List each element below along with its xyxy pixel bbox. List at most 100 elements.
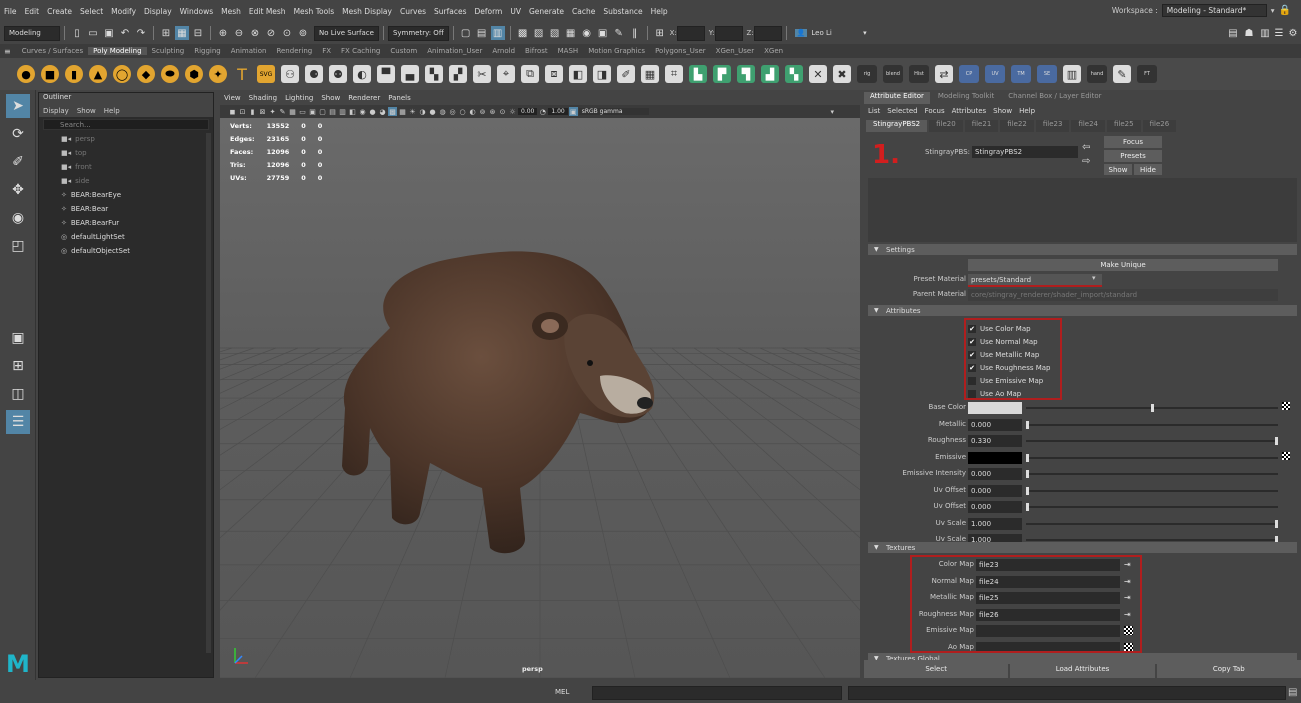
menu-cache[interactable]: Cache	[568, 7, 599, 16]
arnold-ipr-icon[interactable]: ▣	[596, 26, 610, 40]
shelf-tab-polygons-user[interactable]: Polygons_User	[650, 47, 711, 55]
x-ray-icon[interactable]: ✖	[833, 65, 851, 83]
quad-draw-icon[interactable]: ◧	[569, 65, 587, 83]
slider-knob[interactable]	[1026, 470, 1029, 478]
blend-icon[interactable]: blend	[883, 65, 903, 83]
se-icon[interactable]: SE	[1037, 65, 1057, 83]
ae-menu-focus[interactable]: Focus	[925, 107, 945, 115]
viewport-menu-renderer[interactable]: Renderer	[348, 94, 380, 105]
soft-select-icon[interactable]: ✐	[617, 65, 635, 83]
load-attributes-button[interactable]: Load Attributes	[1010, 660, 1155, 678]
xray-icon[interactable]: ⊚	[478, 107, 487, 116]
smooth-icon[interactable]: ⚉	[329, 65, 347, 83]
menu-substance[interactable]: Substance	[599, 7, 646, 16]
render-settings-icon[interactable]: ▧	[548, 26, 562, 40]
arnold-render-icon[interactable]: ◉	[580, 26, 594, 40]
node-tab-file24[interactable]: file24	[1071, 120, 1106, 132]
outliner-menu-show[interactable]: Show	[77, 107, 96, 115]
transform-fields-icon[interactable]: ⊞	[653, 26, 667, 40]
viewport-menu-shading[interactable]: Shading	[249, 94, 277, 105]
super-shape-icon[interactable]: ✦	[209, 65, 227, 83]
shelf-tab-bifrost[interactable]: Bifrost	[520, 47, 553, 55]
snap-grid-icon[interactable]: ⊕	[216, 26, 230, 40]
motion-blur-icon[interactable]: ◍	[438, 107, 447, 116]
symmetry-dropdown[interactable]: Symmetry: Off	[387, 25, 449, 41]
shelf-tab-fx[interactable]: FX	[317, 47, 336, 55]
attr-slider[interactable]	[1026, 404, 1278, 412]
render-frame-icon[interactable]: ▩	[516, 26, 530, 40]
viewport-menu-panels[interactable]: Panels	[388, 94, 411, 105]
slider-knob[interactable]	[1026, 453, 1029, 462]
smooth-shade-icon[interactable]: ●	[368, 107, 377, 116]
node-tab-file20[interactable]: file20	[929, 120, 963, 132]
viewport-menu-view[interactable]: View	[224, 94, 241, 105]
freeze-transforms-icon[interactable]: ▜	[737, 65, 755, 83]
poly-disc-icon[interactable]: ⬬	[161, 65, 179, 83]
attr-value-field[interactable]: 0.000	[968, 501, 1022, 513]
uv-icon[interactable]: UV	[985, 65, 1005, 83]
camera-icon[interactable]: ⊡	[238, 107, 247, 116]
select-hierarchy-icon[interactable]: ⊞	[159, 26, 173, 40]
shelf-tab-xgen-user[interactable]: XGen_User	[711, 47, 759, 55]
map-texture-icon[interactable]	[1282, 451, 1290, 460]
slider-knob[interactable]	[1026, 486, 1029, 495]
menu-display[interactable]: Display	[140, 7, 176, 16]
gamma-icon[interactable]: ◔	[538, 107, 547, 116]
hist-icon[interactable]: Hist	[909, 65, 929, 83]
ambient-occlusion-icon[interactable]: ●	[428, 107, 437, 116]
merge-icon[interactable]: ⧉	[521, 65, 539, 83]
gamma-field[interactable]: 1.00	[548, 108, 568, 115]
snap-curve-icon[interactable]: ⊖	[232, 26, 246, 40]
viewport-menu-lighting[interactable]: Lighting	[285, 94, 313, 105]
attr-slider[interactable]	[1026, 420, 1278, 429]
shelf-tab-animation[interactable]: Animation	[226, 47, 272, 55]
hand-icon[interactable]: hand	[1087, 65, 1107, 83]
attr-value-field[interactable]: 0.000	[968, 418, 1022, 431]
render-view-icon[interactable]: ▤	[475, 26, 489, 40]
attr-slider[interactable]	[1026, 536, 1278, 544]
snap-point-icon[interactable]: ⊗	[248, 26, 262, 40]
bridge-icon[interactable]: ▄	[401, 65, 419, 83]
shelf-tab-rigging[interactable]: Rigging	[189, 47, 226, 55]
shelf-tab-custom[interactable]: Custom	[385, 47, 422, 55]
combine-icon[interactable]: ⚇	[281, 65, 299, 83]
redo-icon[interactable]: ↷	[134, 26, 148, 40]
menu-windows[interactable]: Windows	[176, 7, 217, 16]
node-name-field[interactable]: StingrayPBS2	[972, 146, 1078, 158]
mode-dropdown[interactable]: Modeling	[4, 25, 60, 41]
ae-menu-selected[interactable]: Selected	[887, 107, 917, 115]
shelf-menu-icon[interactable]: ≡	[4, 47, 11, 56]
menu-file[interactable]: File	[0, 7, 21, 16]
exposure-icon[interactable]: ☼	[508, 107, 517, 116]
planar-mapping-icon[interactable]: ⌗	[665, 65, 683, 83]
input-connection-icon[interactable]: ⇦	[1082, 142, 1090, 153]
menu-mesh-display[interactable]: Mesh Display	[338, 7, 396, 16]
mirror-icon[interactable]: ◨	[593, 65, 611, 83]
open-scene-icon[interactable]: ▭	[86, 26, 100, 40]
ae-menu-list[interactable]: List	[868, 107, 880, 115]
tm-icon[interactable]: TM	[1011, 65, 1031, 83]
menu-mesh-tools[interactable]: Mesh Tools	[290, 7, 339, 16]
channel-box-icon[interactable]: ⚙	[1286, 26, 1300, 40]
rotate-tool-icon[interactable]: ◉	[6, 206, 30, 230]
menu-uv[interactable]: UV	[506, 7, 525, 16]
poly-cube-icon[interactable]: ■	[41, 65, 59, 83]
grease-pencil-icon[interactable]: ✎	[278, 107, 287, 116]
use-default-material-icon[interactable]: ◕	[378, 107, 387, 116]
connection-editor-icon[interactable]: ⇄	[935, 65, 953, 83]
attr-slider[interactable]	[1026, 486, 1278, 495]
node-tab-stingraypbs2[interactable]: StingrayPBS2	[866, 120, 928, 132]
select-tool-icon[interactable]: ➤	[6, 94, 30, 118]
shelf-tab-mash[interactable]: MASH	[553, 47, 584, 55]
shelf-tab-xgen[interactable]: XGen	[759, 47, 788, 55]
lasso-tool-icon[interactable]: ⟳	[6, 122, 30, 146]
character-controls-icon[interactable]: ☗	[1242, 26, 1256, 40]
shelf-tab-animation-user[interactable]: Animation_User	[422, 47, 487, 55]
attr-slider[interactable]	[1026, 453, 1278, 462]
color-space-dropdown[interactable]: sRGB gamma	[578, 108, 649, 115]
mel-command-input[interactable]	[592, 686, 842, 700]
select-tool-icon[interactable]: ▚	[785, 65, 803, 83]
pause-icon[interactable]: ‖	[628, 26, 642, 40]
extrude-icon[interactable]: ▀	[377, 65, 395, 83]
outliner-layout-icon[interactable]: ☰	[6, 410, 30, 434]
